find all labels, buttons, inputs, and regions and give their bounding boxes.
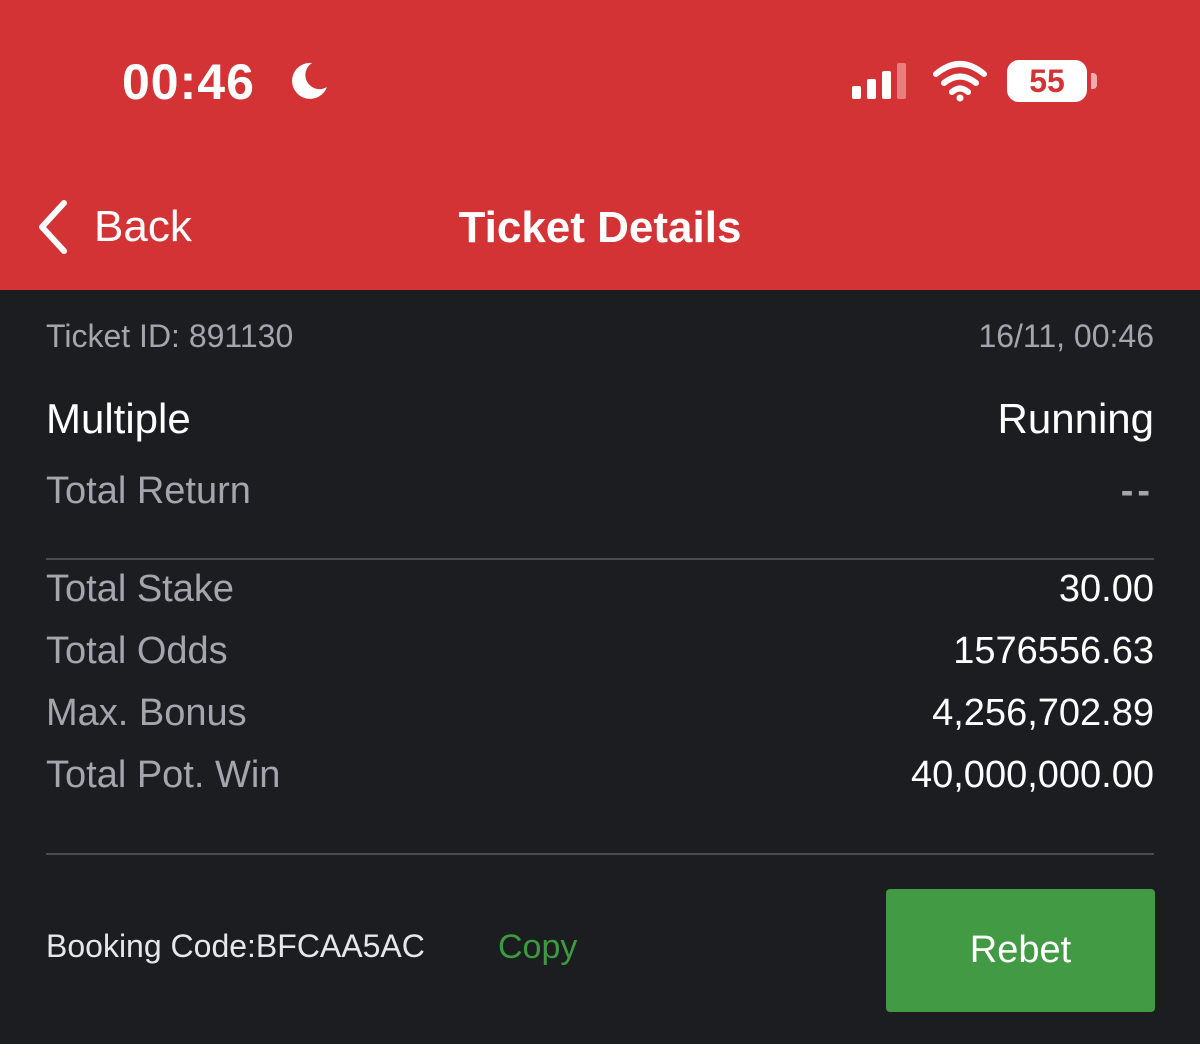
- total-stake-row: Total Stake 30.00: [46, 568, 1154, 611]
- total-stake-label: Total Stake: [46, 568, 234, 610]
- divider: [46, 558, 1154, 560]
- ticket-datetime: 16/11, 00:46: [978, 318, 1154, 354]
- total-pot-win-value: 40,000,000.00: [910, 754, 1154, 796]
- total-stake-value: 30.00: [1058, 568, 1154, 610]
- status-time: 00:46: [122, 54, 255, 110]
- total-return-row: Total Return --: [46, 470, 1154, 513]
- bottom-edge: [0, 1044, 1200, 1060]
- ticket-type-row: Multiple Running: [46, 395, 1154, 443]
- max-bonus-label: Max. Bonus: [46, 692, 247, 734]
- signal-icon: [852, 63, 906, 99]
- total-odds-value: 1576556.63: [953, 630, 1154, 672]
- rebet-button[interactable]: Rebet: [886, 889, 1155, 1012]
- divider: [46, 853, 1154, 855]
- wifi-icon: [933, 61, 987, 102]
- battery-level: 55: [1029, 63, 1065, 99]
- total-pot-win-row: Total Pot. Win 40,000,000.00: [46, 754, 1154, 797]
- copy-button[interactable]: Copy: [498, 928, 577, 967]
- status-badge: Running: [997, 395, 1154, 442]
- booking-code: Booking Code:BFCAA5AC: [46, 928, 425, 964]
- total-odds-row: Total Odds 1576556.63: [46, 630, 1154, 673]
- page-title: Ticket Details: [458, 203, 742, 252]
- total-return-value: --: [1120, 470, 1154, 512]
- battery-tip: [1091, 73, 1097, 89]
- total-pot-win-label: Total Pot. Win: [46, 754, 281, 796]
- moon-icon: [292, 62, 327, 99]
- ticket-id-row: Ticket ID: 891130 16/11, 00:46: [46, 318, 1154, 355]
- max-bonus-row: Max. Bonus 4,256,702.89: [46, 692, 1154, 735]
- battery-icon: 55: [1007, 60, 1097, 104]
- ticket-id: Ticket ID: 891130: [46, 318, 294, 354]
- bet-type: Multiple: [46, 395, 191, 442]
- header-bar: 00:46 55 Back Ticket Details: [0, 0, 1200, 290]
- total-return-label: Total Return: [46, 470, 251, 512]
- max-bonus-value: 4,256,702.89: [932, 692, 1154, 734]
- total-odds-label: Total Odds: [46, 630, 228, 672]
